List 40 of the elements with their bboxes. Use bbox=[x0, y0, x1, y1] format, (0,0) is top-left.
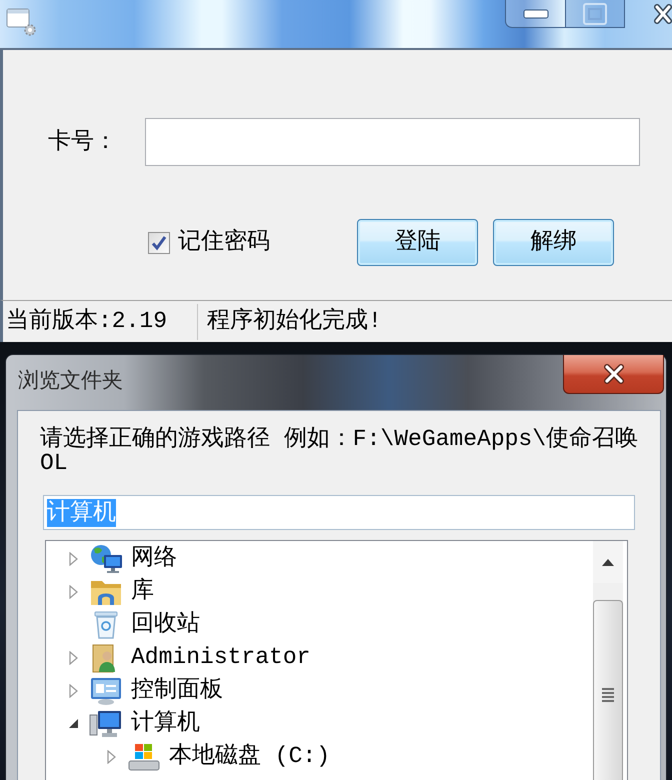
maximize-icon bbox=[583, 2, 607, 24]
caret-up-icon bbox=[601, 558, 615, 566]
instruction-text: 请选择正确的游戏路径 例如：F:\WeGameApps\使命召唤OL bbox=[40, 427, 640, 475]
computer-icon bbox=[89, 708, 123, 738]
status-message: 程序初始化完成! bbox=[206, 306, 382, 336]
scroll-thumb[interactable] bbox=[593, 600, 623, 780]
tree-item[interactable]: 本地磁盘 (C:) bbox=[127, 741, 330, 772]
tree-item[interactable]: 库 bbox=[89, 576, 154, 607]
maximize-button[interactable] bbox=[566, 0, 625, 28]
expanded-arrow-icon[interactable] bbox=[68, 718, 79, 729]
drive-icon bbox=[127, 742, 161, 772]
version-text: 当前版本:2.19 bbox=[5, 307, 168, 336]
tree-item[interactable]: Administrator bbox=[89, 642, 310, 673]
scrollbar[interactable] bbox=[593, 541, 623, 780]
close-icon bbox=[654, 4, 672, 24]
close-icon bbox=[602, 364, 624, 384]
tree-item[interactable]: 回收站 bbox=[89, 609, 200, 640]
collapsed-arrow-icon[interactable] bbox=[68, 684, 79, 698]
globe-monitor-icon bbox=[89, 544, 123, 574]
window-icon bbox=[6, 8, 36, 36]
card-number-label: 卡号： bbox=[48, 128, 118, 157]
dialog-title: 浏览文件夹 bbox=[17, 368, 123, 396]
collapsed-arrow-icon[interactable] bbox=[68, 584, 79, 598]
minimize-button[interactable] bbox=[505, 0, 566, 28]
tree-item[interactable]: 网络 bbox=[89, 543, 177, 574]
collapsed-arrow-icon[interactable] bbox=[68, 552, 79, 566]
collapsed-arrow-icon[interactable] bbox=[68, 650, 79, 664]
tree-item[interactable]: 计算机 bbox=[89, 708, 200, 739]
unbind-button[interactable]: 解绑 bbox=[493, 219, 614, 266]
close-button[interactable] bbox=[563, 355, 664, 394]
card-number-field[interactable] bbox=[145, 118, 640, 166]
tree-item[interactable]: 控制面板 bbox=[89, 675, 223, 706]
scroll-up-button[interactable] bbox=[593, 541, 623, 583]
grip-icon bbox=[600, 687, 616, 703]
remember-password-label[interactable]: 记住密码 bbox=[178, 225, 270, 260]
control-panel-icon bbox=[89, 676, 123, 706]
collapsed-arrow-icon[interactable] bbox=[106, 750, 117, 764]
login-button[interactable]: 登陆 bbox=[357, 219, 478, 266]
minimize-icon bbox=[522, 8, 548, 18]
remember-password-checkbox[interactable] bbox=[148, 232, 170, 254]
